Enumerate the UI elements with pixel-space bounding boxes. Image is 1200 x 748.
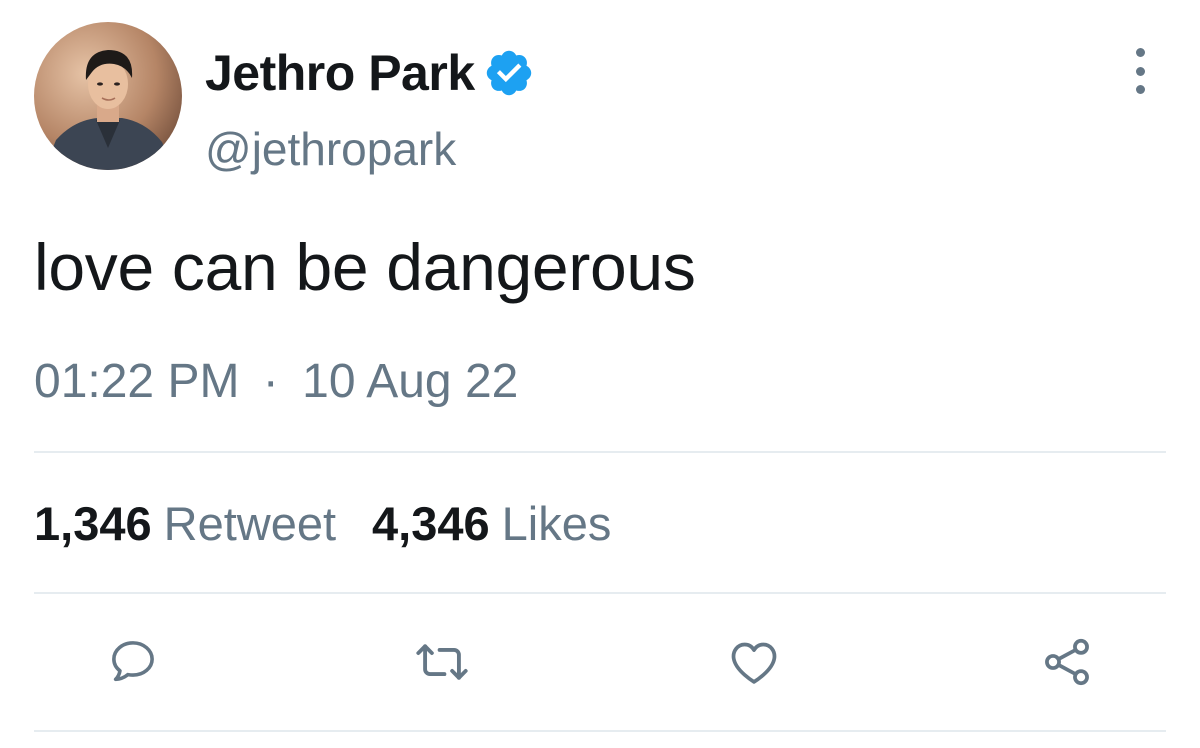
more-dot xyxy=(1135,85,1145,94)
heart-icon xyxy=(731,642,777,684)
retweet-count: 1,346 xyxy=(34,497,152,550)
reply-button[interactable] xyxy=(103,632,163,692)
retweet-arrows-icon xyxy=(416,644,468,680)
tweet-text: love can be dangerous xyxy=(34,230,696,304)
speech-bubble-icon xyxy=(112,641,154,682)
likes-count: 4,346 xyxy=(372,497,490,550)
more-dot xyxy=(1135,66,1145,76)
divider xyxy=(34,592,1166,594)
tweet-time: 01:22 PM xyxy=(34,355,240,408)
timestamp-separator: · xyxy=(262,355,279,408)
action-bar xyxy=(0,632,1200,692)
tweet-date: 10 Aug 22 xyxy=(302,355,519,408)
avatar[interactable] xyxy=(34,22,182,170)
retweet-button[interactable] xyxy=(412,632,472,692)
share-button[interactable] xyxy=(1037,632,1097,692)
divider xyxy=(34,730,1166,732)
likes-stat[interactable]: 4,346 Likes xyxy=(372,500,611,547)
verified-badge-icon xyxy=(483,47,535,99)
likes-label: Likes xyxy=(501,497,612,550)
display-name[interactable]: Jethro Park xyxy=(205,48,475,98)
engagement-stats: 1,346 Retweet 4,346 Likes xyxy=(34,500,611,547)
user-handle[interactable]: @jethropark xyxy=(205,126,456,172)
retweet-stat[interactable]: 1,346 Retweet xyxy=(34,500,336,547)
display-name-row: Jethro Park xyxy=(205,40,535,106)
avatar-photo xyxy=(34,22,182,170)
timestamp[interactable]: 01:22 PM · 10 Aug 22 xyxy=(34,358,518,406)
divider xyxy=(34,451,1166,453)
more-dot xyxy=(1135,48,1145,57)
like-button[interactable] xyxy=(724,632,784,692)
share-nodes-icon xyxy=(1045,638,1089,686)
tweet-card: Jethro Park @jethropark love can be dang… xyxy=(0,0,1200,748)
more-options-icon[interactable] xyxy=(1128,48,1152,94)
retweet-label: Retweet xyxy=(163,497,337,550)
